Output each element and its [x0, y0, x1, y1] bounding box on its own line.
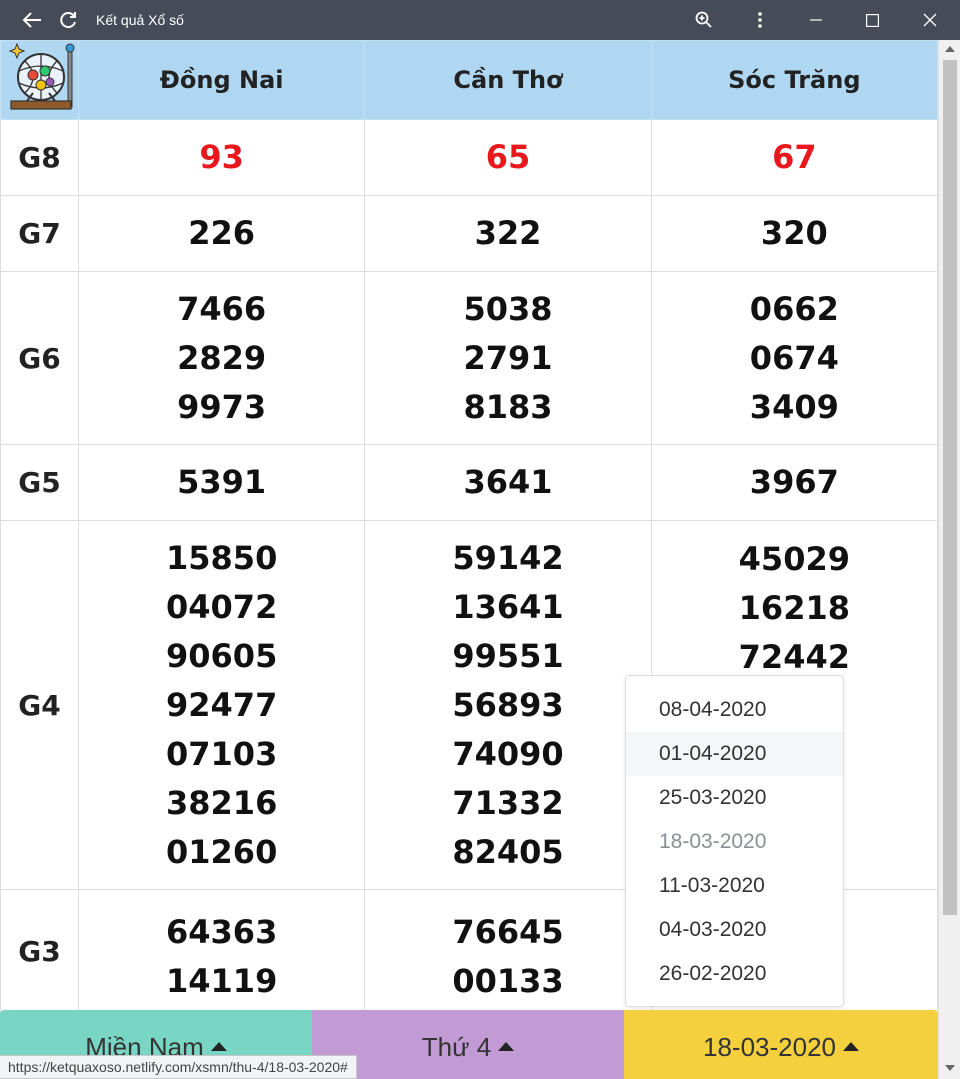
result-number: 56893 — [452, 685, 564, 724]
prize-label: G8 — [0, 119, 79, 196]
scroll-up-arrow-icon[interactable] — [945, 46, 955, 52]
result-number: 322 — [474, 214, 542, 252]
result-number: 5391 — [177, 463, 267, 501]
result-number: 99551 — [452, 636, 564, 675]
result-number: 38216 — [166, 783, 278, 822]
prize-label: G3 — [0, 889, 79, 1014]
result-cell: 0662 0674 3409 — [650, 271, 938, 445]
date-option[interactable]: 26-02-2020 — [626, 952, 843, 996]
result-cell: 5391 — [77, 444, 366, 521]
result-cell: 3967 — [650, 444, 938, 521]
result-cell: 76645 00133 — [364, 889, 652, 1014]
result-cell: 226 — [77, 195, 366, 272]
result-number: 71332 — [452, 783, 564, 822]
result-cell: 64363 14119 — [77, 889, 366, 1014]
day-select-button[interactable]: Thứ 4 — [312, 1010, 624, 1079]
result-number: 76645 — [452, 913, 564, 951]
status-url: https://ketquaxoso.netlify.com/xsmn/thu-… — [0, 1055, 357, 1079]
result-number: 5038 — [463, 289, 553, 328]
result-number: 2829 — [177, 338, 267, 377]
prize-label: G7 — [0, 195, 79, 272]
prize-row-g5: G5 5391 3641 3967 — [0, 444, 938, 521]
result-number: 92477 — [166, 685, 278, 724]
result-cell: 59142 13641 99551 56893 74090 71332 8240… — [364, 520, 652, 890]
window-title: Kết quả Xổ số — [96, 12, 184, 28]
result-number: 04072 — [166, 587, 278, 626]
date-option[interactable]: 08-04-2020 — [626, 688, 843, 732]
result-cell: 3641 — [364, 444, 652, 521]
prize-label: G5 — [0, 444, 79, 521]
date-option[interactable]: 01-04-2020 — [626, 732, 843, 776]
date-option-selected[interactable]: 18-03-2020 — [626, 820, 843, 864]
date-option[interactable]: 04-03-2020 — [626, 908, 843, 952]
province-header: Sóc Trăng — [650, 40, 938, 120]
result-number: 93 — [199, 138, 244, 176]
result-number: 2791 — [463, 338, 553, 377]
result-cell: 67 — [650, 119, 938, 196]
result-number: 3967 — [749, 463, 839, 501]
caret-up-icon — [843, 1042, 859, 1051]
prize-label: G4 — [0, 520, 79, 890]
result-number: 59142 — [452, 538, 564, 577]
date-dropdown-menu: 08-04-2020 01-04-2020 25-03-2020 18-03-2… — [625, 675, 844, 1007]
result-cell: 5038 2791 8183 — [364, 271, 652, 445]
result-number: 8183 — [463, 387, 553, 426]
prize-row-g7: G7 226 322 320 — [0, 195, 938, 272]
result-number: 82405 — [452, 832, 564, 871]
refresh-icon[interactable] — [50, 0, 86, 40]
result-number: 07103 — [166, 734, 278, 773]
caret-up-icon — [498, 1042, 515, 1051]
result-number: 3641 — [463, 463, 553, 501]
result-number: 74090 — [452, 734, 564, 773]
result-number: 65 — [485, 138, 531, 176]
result-number: 14119 — [166, 962, 278, 1000]
result-cell: 322 — [364, 195, 652, 272]
header-row: Đồng Nai Cần Thơ Sóc Trăng — [0, 40, 938, 120]
result-number: 90605 — [166, 636, 278, 675]
result-number: 13641 — [452, 587, 564, 626]
result-number: 320 — [760, 214, 828, 252]
day-label: Thứ 4 — [421, 1032, 492, 1062]
result-number: 64363 — [166, 913, 278, 951]
result-number: 15850 — [166, 538, 278, 577]
vertical-scrollbar[interactable] — [938, 40, 960, 1079]
logo-cell — [0, 40, 79, 120]
result-number: 0662 — [749, 289, 839, 328]
date-option[interactable]: 11-03-2020 — [626, 864, 843, 908]
result-number: 226 — [188, 214, 256, 252]
close-icon[interactable] — [900, 0, 960, 40]
result-number: 45029 — [738, 540, 850, 578]
lottery-cage-icon — [8, 42, 74, 110]
result-cell: 15850 04072 90605 92477 07103 38216 0126… — [77, 520, 366, 890]
back-icon[interactable] — [14, 0, 50, 40]
zoom-icon[interactable] — [676, 0, 732, 40]
scroll-down-arrow-icon[interactable] — [945, 1065, 955, 1071]
result-number: 16218 — [738, 589, 850, 627]
prize-row-g6: G6 7466 2829 9973 5038 2791 8183 0662 06… — [0, 271, 938, 445]
result-cell: 93 — [77, 119, 366, 196]
minimize-icon[interactable] — [788, 0, 844, 40]
prize-label: G6 — [0, 271, 79, 445]
result-number: 9973 — [177, 387, 267, 426]
result-cell: 7466 2829 9973 — [77, 271, 366, 445]
caret-up-icon — [210, 1042, 227, 1051]
more-menu-icon[interactable] — [732, 0, 788, 40]
scroll-thumb[interactable] — [943, 60, 957, 915]
date-option[interactable]: 25-03-2020 — [626, 776, 843, 820]
maximize-icon[interactable] — [844, 0, 900, 40]
result-number: 0674 — [749, 338, 839, 377]
prize-row-g8: G8 93 65 67 — [0, 119, 938, 196]
result-number: 01260 — [166, 832, 278, 871]
province-header: Đồng Nai — [77, 40, 366, 120]
title-bar: Kết quả Xổ số — [0, 0, 960, 40]
result-cell: 65 — [364, 119, 652, 196]
date-label: 18-03-2020 — [703, 1032, 836, 1062]
result-number: 3409 — [749, 387, 839, 426]
result-number: 7466 — [177, 289, 267, 328]
province-header: Cần Thơ — [364, 40, 652, 120]
result-number: 67 — [772, 138, 817, 176]
date-select-button[interactable]: 18-03-2020 — [624, 1010, 938, 1079]
result-cell: 320 — [650, 195, 938, 272]
result-number: 00133 — [452, 962, 564, 1000]
